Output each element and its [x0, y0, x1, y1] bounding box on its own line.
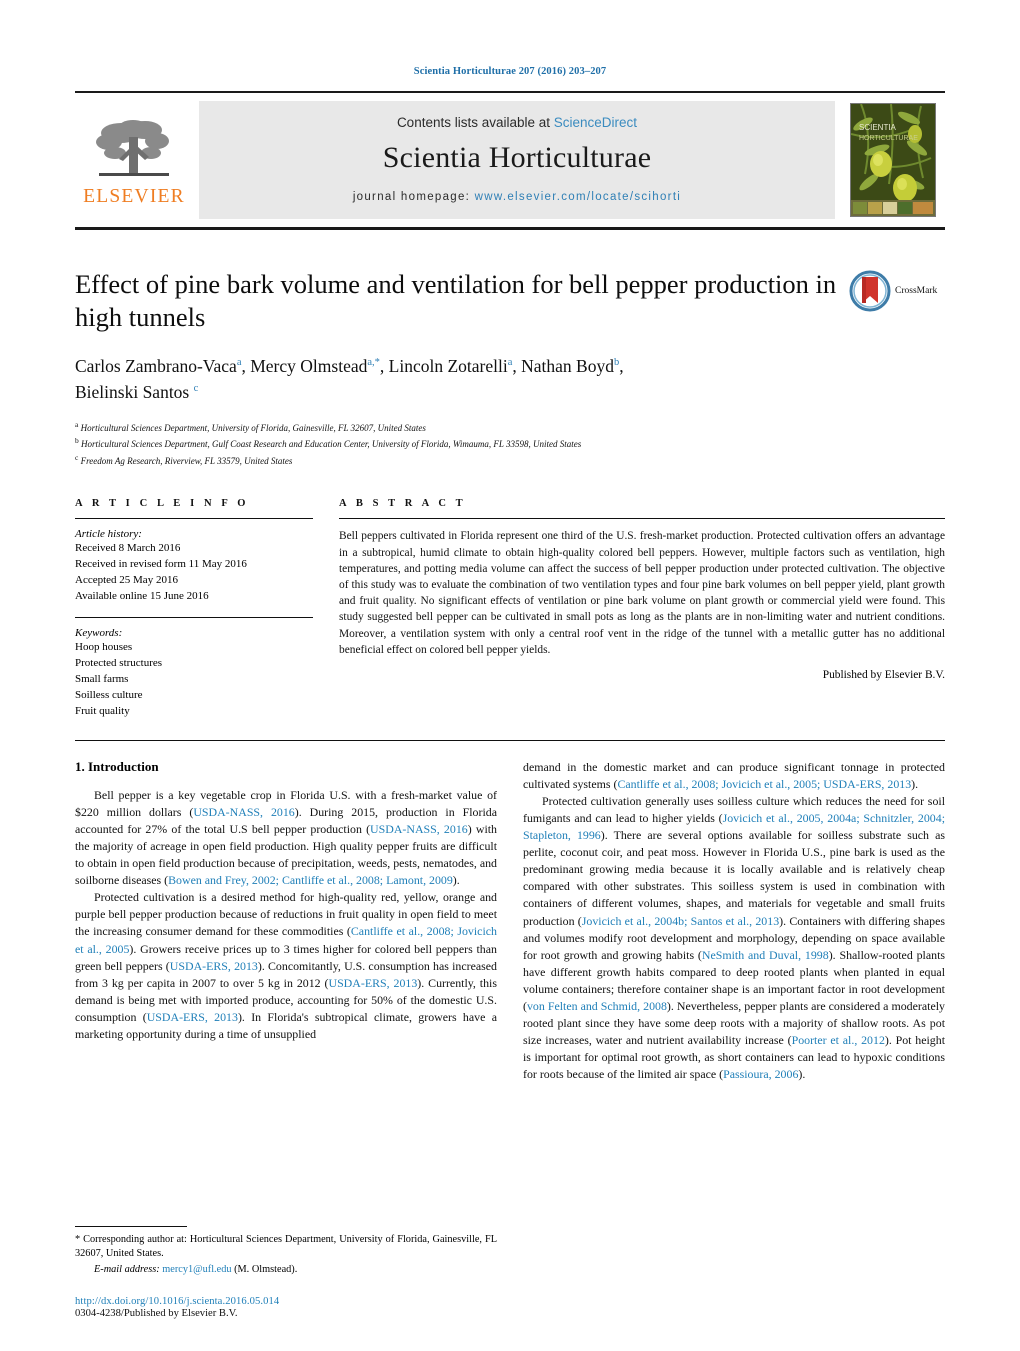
author-list: Carlos Zambrano-Vacaa, Mercy Olmsteada,*… — [75, 356, 624, 403]
history-item: Accepted 25 May 2016 — [75, 574, 178, 587]
history-item: Available online 15 June 2016 — [75, 590, 209, 603]
citation-link[interactable]: NeSmith and Duval, 1998 — [702, 948, 829, 962]
affiliation-a-text: Horticultural Sciences Department, Unive… — [80, 422, 426, 433]
author-2-affil-marker: a,* — [367, 357, 380, 369]
history-item: Received 8 March 2016 — [75, 542, 181, 555]
journal-masthead: ELSEVIER Contents lists available at Sci… — [75, 91, 945, 230]
article-history-label: Article history: — [75, 528, 142, 541]
paragraph-left-2: Protected cultivation is a desired metho… — [75, 889, 497, 1043]
journal-banner: Contents lists available at ScienceDirec… — [199, 101, 835, 219]
footnote-block: * Corresponding author at: Horticultural… — [75, 1225, 497, 1319]
affiliation-b: b Horticultural Sciences Department, Gul… — [75, 435, 945, 452]
author-sep-2: , Lincoln Zotarelli — [379, 356, 508, 377]
affiliation-b-text: Horticultural Sciences Department, Gulf … — [81, 439, 582, 450]
keyword-item: Protected structures — [75, 657, 163, 670]
crossmark-label: CrossMark — [895, 286, 938, 296]
email-link[interactable]: mercy1@ufl.edu — [162, 1264, 231, 1275]
keywords-label: Keywords: — [75, 627, 123, 640]
elsevier-logo: ELSEVIER — [75, 93, 193, 227]
author-sep-1: , Mercy Olmstead — [241, 356, 368, 377]
contents-prefix: Contents lists available at — [396, 115, 554, 130]
journal-title: Scientia Horticulturae — [382, 141, 652, 174]
citation-link[interactable]: Cantliffe et al., 2008; Jovicich et al.,… — [617, 777, 911, 791]
text-run: ). — [911, 776, 919, 791]
body-column-left: 1. Introduction Bell pepper is a key veg… — [75, 759, 497, 1319]
paragraph-left-1: Bell pepper is a key vegetable crop in F… — [75, 787, 497, 889]
affiliation-a: a Horticultural Sciences Department, Uni… — [75, 419, 945, 436]
body-columns: 1. Introduction Bell pepper is a key veg… — [75, 759, 945, 1319]
abstract-rule — [339, 518, 945, 520]
article-info-rule — [75, 518, 313, 520]
published-by-line: Published by Elsevier B.V. — [822, 668, 945, 681]
crossmark-badge[interactable]: CrossMark — [849, 270, 945, 312]
running-head: Scientia Horticulturae 207 (2016) 203–20… — [413, 66, 607, 77]
author-5-affil-marker: c — [193, 383, 199, 395]
citation-link[interactable]: von Felten and Schmid, 2008 — [527, 999, 667, 1013]
email-note: E-mail address: mercy1@ufl.edu (M. Olmst… — [75, 1263, 497, 1277]
homepage-url-link[interactable]: www.elsevier.com/locate/scihorti — [475, 191, 682, 203]
keyword-item: Soilless culture — [75, 688, 143, 701]
article-history-list: Received 8 March 2016 Received in revise… — [75, 541, 313, 605]
info-abstract-row: A R T I C L E I N F O Article history: R… — [75, 498, 945, 719]
author-5: Bielinski Santos — [75, 382, 190, 403]
journal-homepage-line: journal homepage: www.elsevier.com/locat… — [353, 191, 681, 203]
citation-link[interactable]: Jovicich et al., 2004b; Santos et al., 2… — [582, 914, 779, 928]
cover-artwork-icon: SCIENTIA HORTICULTURAE — [851, 104, 935, 216]
keyword-item: Hoop houses — [75, 641, 133, 654]
crossmark-icon — [849, 270, 891, 312]
body-column-right: demand in the domestic market and can pr… — [523, 759, 945, 1319]
author-1: Carlos Zambrano-Vaca — [75, 356, 237, 377]
affiliation-c-text: Freedom Ag Research, Riverview, FL 33579… — [80, 455, 293, 466]
article-title: Effect of pine bark volume and ventilati… — [75, 269, 837, 332]
citation-link[interactable]: USDA-NASS, 2016 — [370, 822, 468, 836]
issn-copyright-line: 0304-4238/Published by Elsevier B.V. — [75, 1307, 238, 1319]
section-title-introduction: 1. Introduction — [75, 758, 159, 774]
affiliation-a-marker: a — [75, 419, 79, 429]
paragraph-right-1: demand in the domestic market and can pr… — [523, 759, 945, 793]
abstract-heading: A B S T R A C T — [339, 498, 467, 510]
sciencedirect-link[interactable]: ScienceDirect — [554, 115, 637, 130]
affiliation-b-marker: b — [75, 436, 79, 446]
citation-link[interactable]: USDA-ERS, 2013 — [147, 1010, 238, 1024]
contents-lists-line: Contents lists available at ScienceDirec… — [397, 115, 637, 130]
corresponding-author-note: * Corresponding author at: Horticultural… — [75, 1233, 497, 1260]
journal-cover-image: SCIENTIA HORTICULTURAE — [850, 103, 936, 217]
keyword-item: Fruit quality — [75, 704, 130, 717]
email-label: E-mail address: — [94, 1264, 160, 1276]
homepage-prefix: journal homepage: — [352, 191, 475, 203]
abstract-text: Bell peppers cultivated in Florida repre… — [339, 530, 945, 656]
keyword-item: Small farms — [75, 673, 129, 686]
title-block: CrossMark Effect of pine bark volume and… — [75, 268, 945, 468]
cover-title-line1: SCIENTIA — [859, 123, 897, 132]
text-run: ). — [798, 1067, 806, 1082]
citation-link[interactable]: USDA-ERS, 2013 — [328, 976, 417, 990]
footnote-rule — [75, 1225, 187, 1227]
article-info-column: A R T I C L E I N F O Article history: R… — [75, 498, 313, 719]
citation-link[interactable]: Poorter et al., 2012 — [792, 1033, 885, 1047]
article-info-heading: A R T I C L E I N F O — [75, 498, 250, 510]
affiliation-list: a Horticultural Sciences Department, Uni… — [75, 419, 945, 469]
keywords-rule — [75, 617, 313, 619]
elsevier-wordmark: ELSEVIER — [83, 185, 185, 207]
affiliation-c-marker: c — [75, 452, 79, 462]
elsevier-tree-icon — [96, 119, 169, 176]
journal-cover-cell: SCIENTIA HORTICULTURAE — [841, 93, 945, 227]
doi-link[interactable]: http://dx.doi.org/10.1016/j.scienta.2016… — [75, 1296, 497, 1307]
article-page: Scientia Horticulturae 207 (2016) 203–20… — [0, 0, 1020, 1351]
cover-title-line2: HORTICULTURAE — [859, 135, 918, 142]
abstract-column: A B S T R A C T Bell peppers cultivated … — [339, 498, 945, 719]
history-item: Received in revised form 11 May 2016 — [75, 558, 247, 571]
author-sep-3: , Nathan Boyd — [512, 356, 614, 377]
author-4-affil-marker: b — [613, 357, 620, 369]
affiliation-c: c Freedom Ag Research, Riverview, FL 335… — [75, 452, 945, 469]
citation-link[interactable]: USDA-ERS, 2013 — [170, 959, 258, 973]
paragraph-right-2: Protected cultivation generally uses soi… — [523, 793, 945, 1083]
citation-link[interactable]: USDA-NASS, 2016 — [193, 805, 294, 819]
keywords-list: Hoop houses Protected structures Small f… — [75, 640, 313, 720]
text-run: ). — [452, 873, 460, 888]
body-divider-rule — [75, 739, 945, 741]
citation-link[interactable]: Bowen and Frey, 2002; Cantliffe et al., … — [168, 873, 453, 887]
citation-link[interactable]: Passioura, 2006 — [723, 1067, 798, 1081]
email-suffix: (M. Olmstead). — [231, 1264, 298, 1276]
